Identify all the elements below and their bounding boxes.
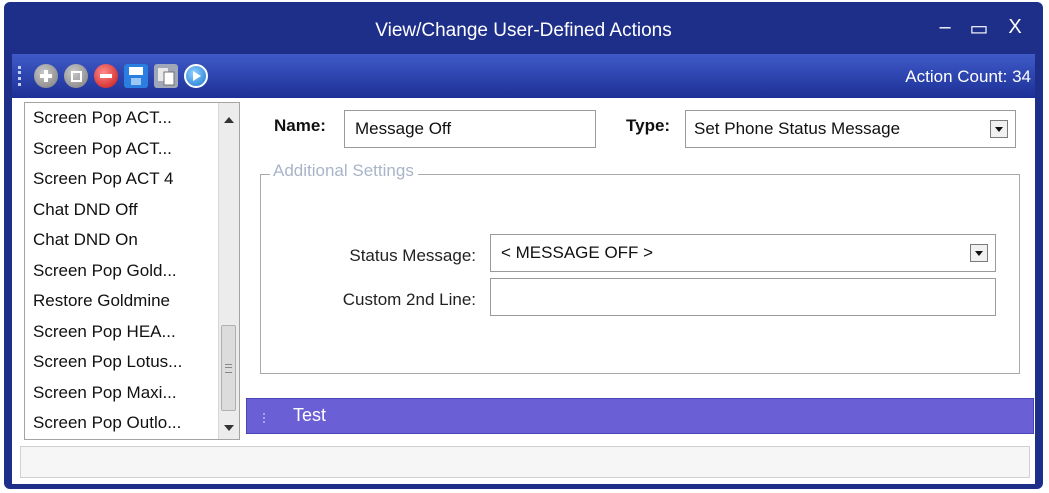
list-item[interactable]: Screen Pop Lotus... bbox=[25, 347, 219, 378]
name-label: Name: bbox=[274, 116, 326, 135]
test-label: Test bbox=[293, 405, 327, 425]
close-button[interactable]: X bbox=[1000, 16, 1030, 39]
action-list[interactable]: Screen Pop ACT... Screen Pop ACT... Screen… bbox=[24, 102, 240, 440]
chevron-down-icon[interactable] bbox=[970, 244, 988, 262]
list-item[interactable]: Screen Pop Gold... bbox=[25, 256, 219, 287]
copy-icon[interactable] bbox=[64, 64, 88, 88]
run-icon[interactable] bbox=[184, 64, 208, 88]
list-item[interactable]: Screen Pop ACT... bbox=[25, 134, 219, 165]
name-input[interactable]: Message Off bbox=[344, 110, 596, 148]
client-area: Action Count: 34 Screen Pop ACT... Screen… bbox=[12, 54, 1035, 484]
save-icon[interactable] bbox=[124, 64, 148, 88]
custom-line-label: Custom 2nd Line: bbox=[342, 290, 476, 309]
minimize-button[interactable]: – bbox=[930, 16, 960, 39]
type-select-value: Set Phone Status Message bbox=[694, 119, 901, 138]
action-list-items: Screen Pop ACT... Screen Pop ACT... Screen… bbox=[25, 103, 219, 439]
list-item[interactable]: Chat DND On bbox=[25, 225, 219, 256]
expand-icon[interactable] bbox=[263, 413, 268, 423]
type-label: Type: bbox=[626, 116, 671, 135]
grip-icon bbox=[225, 364, 232, 373]
status-message-value: < MESSAGE OFF > bbox=[501, 243, 654, 262]
maximize-button[interactable]: ▭ bbox=[964, 16, 994, 41]
scroll-down-icon[interactable] bbox=[224, 425, 234, 431]
add-icon[interactable] bbox=[34, 64, 58, 88]
toolbar: Action Count: 34 bbox=[12, 54, 1035, 98]
scroll-thumb[interactable] bbox=[221, 325, 236, 411]
play-glyph bbox=[193, 71, 201, 81]
window-title: View/Change User-Defined Actions bbox=[375, 20, 672, 41]
type-select[interactable]: Set Phone Status Message bbox=[685, 110, 1016, 148]
list-item[interactable]: Chat DND Off bbox=[25, 195, 219, 226]
actions-window: View/Change User-Defined Actions – ▭ X A… bbox=[4, 2, 1043, 489]
toolbar-grip[interactable] bbox=[18, 66, 24, 86]
minus-glyph bbox=[100, 74, 112, 78]
test-panel-header[interactable]: Test bbox=[246, 398, 1034, 434]
additional-settings-legend: Additional Settings bbox=[270, 161, 418, 181]
pages-glyph bbox=[158, 68, 175, 86]
floppy-glyph bbox=[129, 67, 143, 85]
action-count: Action Count: 34 bbox=[905, 67, 1031, 86]
status-message-select[interactable]: < MESSAGE OFF > bbox=[490, 234, 996, 272]
list-item[interactable]: Screen Pop Maxi... bbox=[25, 378, 219, 409]
additional-settings-group bbox=[260, 174, 1020, 374]
status-bar bbox=[20, 446, 1030, 478]
list-item[interactable]: Restore Goldmine bbox=[25, 286, 219, 317]
copy-glyph bbox=[71, 71, 82, 82]
list-item[interactable]: Screen Pop Outlo... bbox=[25, 408, 219, 439]
list-item[interactable]: Screen Pop ACT... bbox=[25, 103, 219, 134]
list-scrollbar[interactable] bbox=[218, 103, 239, 439]
list-item[interactable]: Screen Pop HEA... bbox=[25, 317, 219, 348]
scroll-up-icon[interactable] bbox=[224, 117, 234, 123]
list-item[interactable]: Screen Pop ACT 4 bbox=[25, 164, 219, 195]
add-glyph bbox=[40, 70, 52, 82]
chevron-down-icon[interactable] bbox=[990, 120, 1008, 138]
custom-line-input[interactable] bbox=[490, 278, 996, 316]
title-bar[interactable]: View/Change User-Defined Actions – ▭ X bbox=[4, 2, 1043, 54]
import-icon[interactable] bbox=[154, 64, 178, 88]
delete-icon[interactable] bbox=[94, 64, 118, 88]
status-message-label: Status Message: bbox=[349, 246, 476, 265]
